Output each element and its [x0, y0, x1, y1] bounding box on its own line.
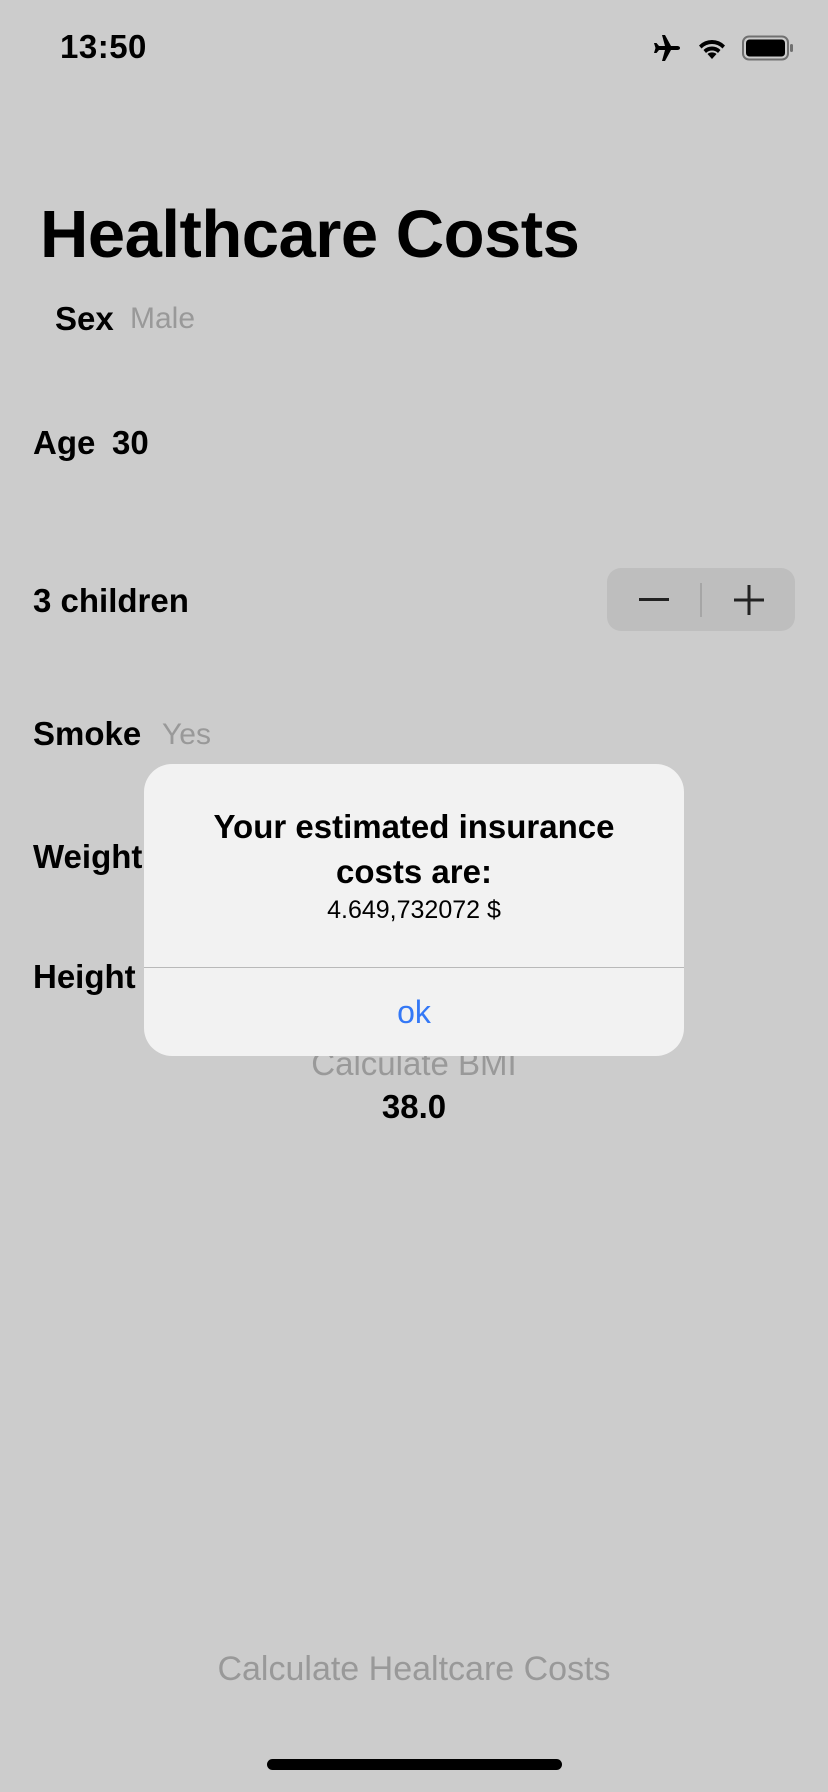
bmi-value: 38.0: [381, 1088, 447, 1125]
insurance-cost-alert: Your estimated insurance costs are: 4.64…: [144, 764, 684, 1056]
children-label: 3 children: [33, 582, 189, 619]
calculate-healthcare-costs-button[interactable]: Calculate Healtcare Costs: [0, 1650, 828, 1689]
plus-icon: [733, 584, 764, 615]
children-stepper: [607, 568, 795, 631]
smoke-picker[interactable]: Yes: [162, 718, 211, 752]
weight-label: Weight: [33, 838, 143, 875]
wifi-icon: [696, 35, 728, 66]
sex-picker[interactable]: Male: [130, 302, 195, 336]
alert-title: Your estimated insurance costs are:: [213, 808, 615, 890]
alert-message: 4.649,732072 $: [327, 896, 501, 924]
sex-label: Sex: [55, 300, 114, 337]
stepper-increment-button[interactable]: [702, 568, 795, 631]
status-time: 13:50: [60, 28, 147, 65]
stepper-decrement-button[interactable]: [607, 568, 700, 631]
smoke-label: Smoke: [33, 715, 142, 752]
age-label: Age: [33, 424, 96, 461]
home-indicator: [267, 1759, 562, 1770]
height-label: Height: [33, 958, 136, 995]
battery-icon: [742, 35, 794, 66]
airplane-icon: [652, 34, 682, 67]
page-title: Healthcare Costs: [40, 197, 580, 272]
age-field[interactable]: 30: [112, 424, 149, 462]
alert-ok-button[interactable]: ok: [144, 968, 684, 1056]
status-icons: [652, 34, 794, 67]
minus-icon: [638, 597, 669, 601]
